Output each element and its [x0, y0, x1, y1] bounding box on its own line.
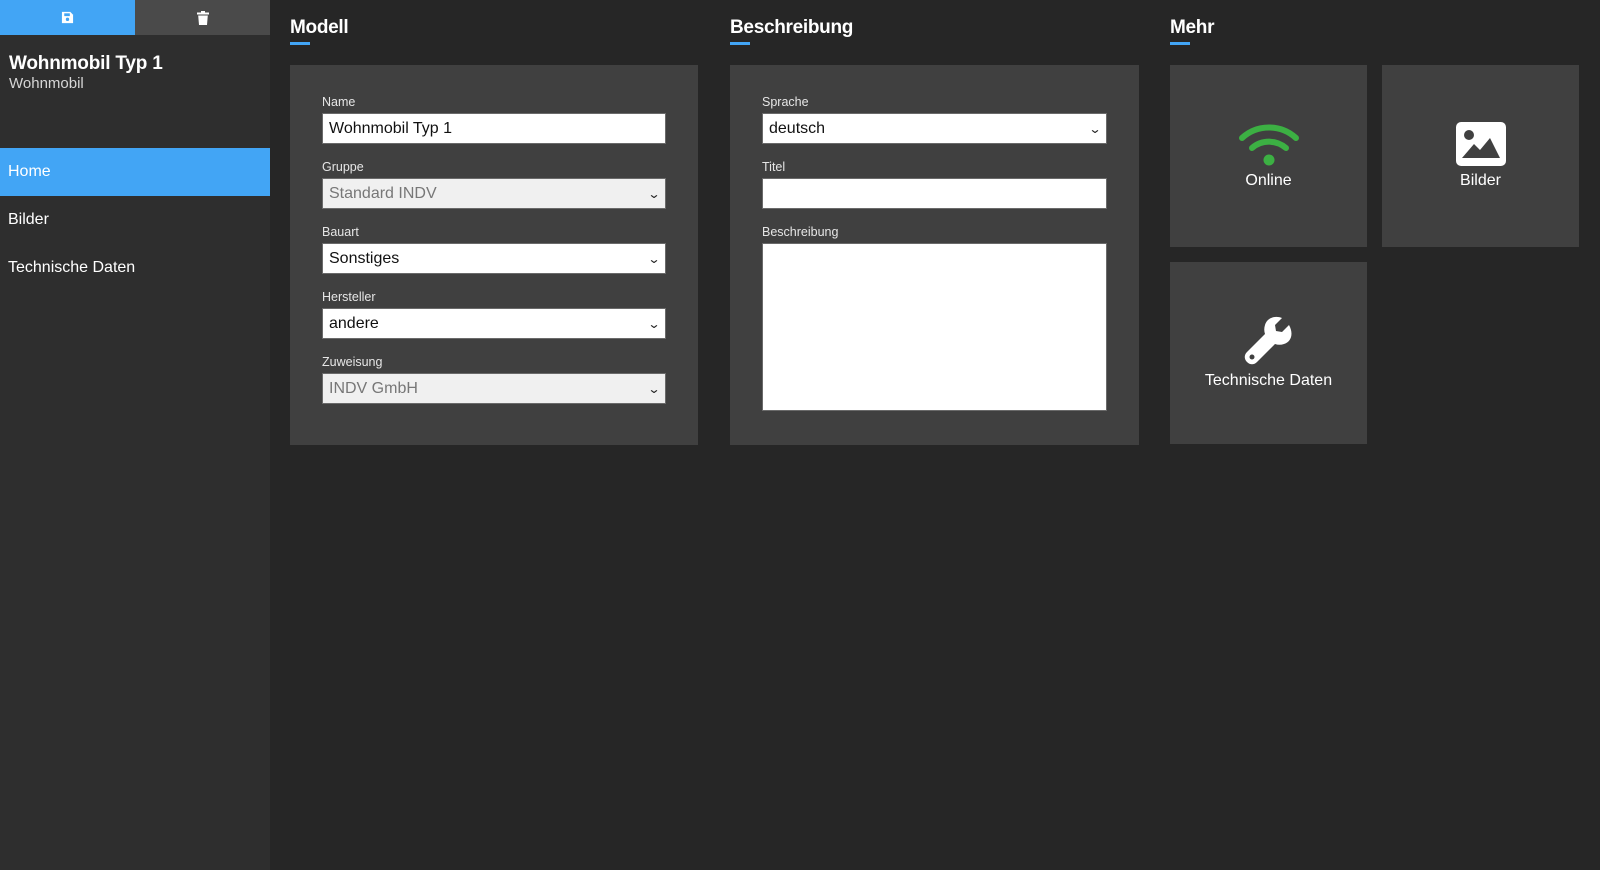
- chevron-down-icon: ⌄: [647, 186, 661, 201]
- beschreibung-panel: Sprache deutsch ⌄ Titel Beschreibung: [730, 65, 1139, 445]
- title-underline: [1170, 42, 1190, 45]
- tile-online[interactable]: Online: [1170, 65, 1367, 247]
- wrench-icon: [1244, 316, 1291, 365]
- chevron-down-icon: ⌄: [1088, 121, 1102, 136]
- hersteller-select[interactable]: andere ⌄: [322, 308, 666, 339]
- chevron-down-icon: ⌄: [647, 251, 661, 266]
- name-value: Wohnmobil Typ 1: [329, 119, 453, 137]
- chevron-down-icon: ⌄: [647, 316, 661, 331]
- sidebar-actions: [0, 0, 270, 35]
- section-title-mehr: Mehr: [1170, 17, 1215, 45]
- sidebar-item-technische-daten[interactable]: Technische Daten: [0, 244, 270, 292]
- delete-button[interactable]: [135, 0, 270, 35]
- save-button[interactable]: [0, 0, 135, 35]
- save-icon: [61, 11, 74, 24]
- hersteller-value: andere: [329, 314, 379, 332]
- zuweisung-value: INDV GmbH: [329, 379, 418, 397]
- bauart-select[interactable]: Sonstiges ⌄: [322, 243, 666, 274]
- sprache-select[interactable]: deutsch ⌄: [762, 113, 1107, 144]
- bauart-label: Bauart: [322, 225, 359, 239]
- section-title-modell: Modell: [290, 17, 349, 45]
- sidebar: Wohnmobil Typ 1 Wohnmobil Home Bilder Te…: [0, 0, 270, 870]
- title-underline: [290, 42, 310, 45]
- title-underline: [730, 42, 750, 45]
- main-content: Modell Name Wohnmobil Typ 1 Gruppe Stand…: [270, 0, 1600, 870]
- modell-panel: Name Wohnmobil Typ 1 Gruppe Standard IND…: [290, 65, 698, 445]
- tile-bilder-label: Bilder: [1460, 172, 1501, 189]
- record-header: Wohnmobil Typ 1 Wohnmobil: [0, 35, 270, 148]
- name-label: Name: [322, 95, 356, 109]
- gruppe-value: Standard INDV: [329, 184, 437, 202]
- tile-online-label: Online: [1245, 172, 1292, 189]
- zuweisung-select[interactable]: INDV GmbH ⌄: [322, 373, 666, 404]
- tile-technische-daten[interactable]: Technische Daten: [1170, 262, 1367, 444]
- zuweisung-label: Zuweisung: [322, 355, 383, 369]
- sprache-label: Sprache: [762, 95, 809, 109]
- section-title-beschreibung: Beschreibung: [730, 17, 853, 45]
- tile-technische-daten-label: Technische Daten: [1204, 372, 1333, 389]
- wifi-icon: [1238, 124, 1299, 166]
- image-icon: [1455, 122, 1506, 166]
- trash-icon: [196, 10, 209, 25]
- sidebar-item-home[interactable]: Home: [0, 148, 270, 196]
- beschreibung-textarea[interactable]: [762, 243, 1107, 411]
- sprache-value: deutsch: [769, 119, 826, 137]
- record-subtitle: Wohnmobil: [9, 75, 84, 92]
- sidebar-item-bilder[interactable]: Bilder: [0, 196, 270, 244]
- tile-bilder[interactable]: Bilder: [1382, 65, 1579, 247]
- gruppe-label: Gruppe: [322, 160, 364, 174]
- gruppe-select[interactable]: Standard INDV ⌄: [322, 178, 666, 209]
- chevron-down-icon: ⌄: [647, 381, 661, 396]
- beschreibung-label: Beschreibung: [762, 225, 839, 239]
- titel-label: Titel: [762, 160, 786, 174]
- record-title: Wohnmobil Typ 1: [9, 53, 163, 74]
- titel-input[interactable]: [762, 178, 1107, 209]
- name-input[interactable]: Wohnmobil Typ 1: [322, 113, 666, 144]
- hersteller-label: Hersteller: [322, 290, 376, 304]
- bauart-value: Sonstiges: [329, 249, 400, 267]
